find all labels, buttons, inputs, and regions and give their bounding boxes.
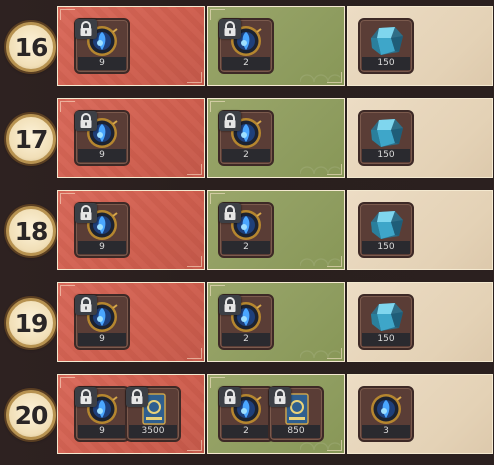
free-reward-cell[interactable]: 9 [57, 6, 205, 86]
free-reward-cell[interactable]: 9 [57, 282, 205, 362]
item-quantity: 9 [78, 149, 126, 162]
corner-ornament [60, 377, 75, 388]
free-reward-cell[interactable]: 9 [57, 190, 205, 270]
blue-crystal-icon [365, 208, 407, 242]
bonus-reward-cell[interactable]: 150 [347, 6, 493, 86]
reward-item[interactable]: 2 [218, 294, 274, 350]
premium-reward-cell[interactable]: 2 850 [207, 374, 345, 454]
lock-icon [219, 295, 241, 315]
blue-crystal-icon [365, 116, 407, 150]
lock-icon [219, 387, 241, 407]
premium-reward-cell[interactable]: 2 [207, 98, 345, 178]
reward-item[interactable]: 850 [268, 386, 324, 442]
item-quantity: 850 [272, 425, 320, 438]
corner-ornament [187, 72, 202, 83]
bonus-reward-cell[interactable]: 150 [347, 190, 493, 270]
item-quantity: 2 [222, 241, 270, 254]
reward-row: 18 9 2 150 [0, 188, 494, 274]
blue-crystal-icon [365, 300, 407, 334]
lock-icon [75, 111, 97, 131]
reward-item[interactable]: 9 [74, 202, 130, 258]
wave-pattern [300, 250, 340, 266]
item-quantity: 2 [222, 425, 270, 438]
level-badge: 20 [6, 390, 56, 440]
bonus-reward-cell[interactable]: 150 [347, 282, 493, 362]
level-badge: 18 [6, 206, 56, 256]
reward-item[interactable]: 3 [358, 386, 414, 442]
item-quantity: 150 [362, 333, 410, 346]
lock-icon [219, 203, 241, 223]
item-quantity: 2 [222, 57, 270, 70]
item-quantity: 9 [78, 425, 126, 438]
corner-ornament [187, 164, 202, 175]
lock-icon [75, 387, 97, 407]
reward-item[interactable]: 150 [358, 294, 414, 350]
item-quantity: 2 [222, 149, 270, 162]
wave-pattern [300, 342, 340, 358]
reward-item[interactable]: 9 [74, 18, 130, 74]
item-quantity: 3 [362, 425, 410, 438]
reward-item[interactable]: 2 [218, 18, 274, 74]
item-quantity: 9 [78, 241, 126, 254]
reward-item[interactable]: 150 [358, 18, 414, 74]
lock-icon [219, 111, 241, 131]
lock-icon [75, 19, 97, 39]
corner-ornament [187, 348, 202, 359]
reward-row: 19 9 2 150 [0, 280, 494, 366]
level-badge: 19 [6, 298, 56, 348]
corner-ornament [60, 9, 75, 20]
wave-pattern [300, 158, 340, 174]
lock-icon [269, 387, 291, 407]
lock-icon [75, 295, 97, 315]
reward-item[interactable]: 9 [74, 294, 130, 350]
item-quantity: 9 [78, 333, 126, 346]
corner-ornament [187, 256, 202, 267]
reward-row: 16 9 2 150 [0, 4, 494, 90]
blue-crystal-icon [365, 24, 407, 58]
compass-orb-icon [365, 392, 407, 426]
reward-item[interactable]: 3500 [125, 386, 181, 442]
reward-item[interactable]: 150 [358, 202, 414, 258]
reward-item[interactable]: 9 [74, 386, 130, 442]
wave-pattern [300, 66, 340, 82]
reward-item[interactable]: 2 [218, 202, 274, 258]
premium-reward-cell[interactable]: 2 [207, 282, 345, 362]
item-quantity: 150 [362, 241, 410, 254]
reward-item[interactable]: 9 [74, 110, 130, 166]
item-quantity: 9 [78, 57, 126, 70]
item-quantity: 2 [222, 333, 270, 346]
reward-row: 20 9 3500 2 850 3 [0, 372, 494, 458]
reward-item[interactable]: 2 [218, 110, 274, 166]
corner-ornament [60, 101, 75, 112]
lock-icon [126, 387, 148, 407]
premium-reward-cell[interactable]: 2 [207, 190, 345, 270]
corner-ornament [187, 440, 202, 451]
lock-icon [219, 19, 241, 39]
lock-icon [75, 203, 97, 223]
item-quantity: 3500 [129, 425, 177, 438]
bonus-reward-cell[interactable]: 150 [347, 98, 493, 178]
premium-reward-cell[interactable]: 2 [207, 6, 345, 86]
reward-row: 17 9 2 150 [0, 96, 494, 182]
level-badge: 16 [6, 22, 56, 72]
item-quantity: 150 [362, 149, 410, 162]
free-reward-cell[interactable]: 9 3500 [57, 374, 205, 454]
corner-ornament [60, 285, 75, 296]
reward-item[interactable]: 2 [218, 386, 274, 442]
free-reward-cell[interactable]: 9 [57, 98, 205, 178]
item-quantity: 150 [362, 57, 410, 70]
level-badge: 17 [6, 114, 56, 164]
corner-ornament [60, 193, 75, 204]
bonus-reward-cell[interactable]: 3 [347, 374, 493, 454]
reward-item[interactable]: 150 [358, 110, 414, 166]
